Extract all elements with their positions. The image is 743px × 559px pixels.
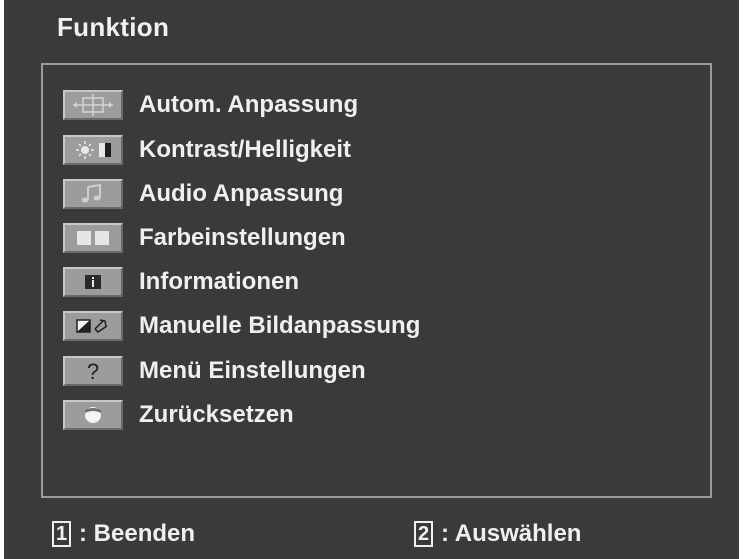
menu-item-audio[interactable]: Audio Anpassung — [63, 176, 343, 212]
select-hint[interactable]: 2 : Auswählen — [414, 520, 581, 548]
menu-item-label: Farbeinstellungen — [139, 224, 346, 251]
svg-text:?: ? — [87, 360, 99, 382]
menu-item-contrast-brightness[interactable]: Kontrast/Helligkeit — [63, 132, 351, 168]
menu-item-label: Audio Anpassung — [139, 180, 344, 207]
menu-item-menu-settings[interactable]: ? Menü Einstellungen — [63, 353, 366, 389]
select-label: : Auswählen — [441, 520, 582, 547]
menu-item-reset[interactable]: Zurücksetzen — [63, 397, 294, 433]
color-blocks-icon — [63, 223, 123, 253]
exit-hint[interactable]: 1 : Beenden — [52, 520, 195, 548]
menu-item-label: Autom. Anpassung — [139, 91, 359, 118]
key-2-icon: 2 — [414, 521, 433, 547]
question-mark-icon: ? — [63, 356, 123, 386]
auto-adjust-icon — [63, 90, 123, 120]
menu-panel: Autom. Anpassung Kontrast/Helligkeit Aud… — [41, 63, 712, 498]
contrast-brightness-icon — [63, 135, 123, 165]
menu-item-auto-adjust[interactable]: Autom. Anpassung — [63, 87, 358, 123]
menu-item-color-settings[interactable]: Farbeinstellungen — [63, 220, 346, 256]
menu-title: Funktion — [57, 12, 170, 42]
audio-note-icon — [63, 179, 123, 209]
menu-item-label: Menü Einstellungen — [139, 357, 366, 384]
osd-window: Funktion Autom. Anpassung Kontrast/Helli… — [4, 0, 739, 559]
manual-image-adjust-icon — [63, 311, 123, 341]
reset-icon — [63, 400, 123, 430]
exit-label: : Beenden — [79, 520, 196, 547]
menu-item-information[interactable]: Informationen — [63, 264, 299, 300]
menu-item-label: Zurücksetzen — [139, 401, 294, 428]
menu-item-label: Manuelle Bildanpassung — [139, 312, 421, 339]
key-1-icon: 1 — [52, 521, 71, 547]
menu-item-manual-image[interactable]: Manuelle Bildanpassung — [63, 308, 420, 344]
menu-item-label: Kontrast/Helligkeit — [139, 136, 352, 163]
info-icon — [63, 267, 123, 297]
menu-item-label: Informationen — [139, 268, 299, 295]
